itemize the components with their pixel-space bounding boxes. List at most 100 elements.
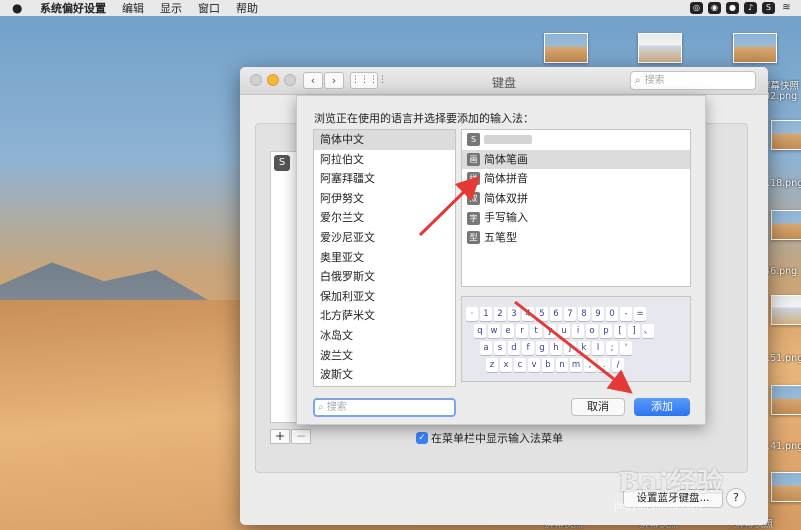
keyboard-key: · — [466, 307, 478, 321]
input-source-icon[interactable]: S — [762, 2, 775, 14]
keyboard-key: 5 — [536, 307, 548, 321]
language-item[interactable]: 奥里亚文 — [314, 248, 455, 268]
language-list[interactable]: 简体中文 阿拉伯文 阿塞拜疆文 阿伊努文 爱尔兰文 爱沙尼亚文 奥里亚文 白俄罗… — [313, 129, 456, 387]
input-method-item[interactable]: S — [462, 130, 690, 150]
menu-edit[interactable]: 编辑 — [122, 0, 144, 16]
language-item[interactable]: 阿拉伯文 — [314, 150, 455, 170]
language-item[interactable]: 阿塞拜疆文 — [314, 169, 455, 189]
search-icon: ⌕ — [635, 75, 641, 86]
keyboard-row: · 1 2 3 4 5 6 7 8 9 0- = — [466, 307, 684, 321]
keyboard-key: 9 — [592, 307, 604, 321]
keyboard-key: b — [542, 358, 554, 372]
keyboard-key: r — [516, 324, 528, 338]
add-button[interactable]: 添加 — [634, 398, 690, 416]
desktop-file-thumbnail[interactable] — [638, 33, 682, 63]
input-method-item[interactable]: 型 五笔型 — [462, 228, 690, 248]
input-method-label: 简体双拼 — [484, 191, 528, 205]
keyboard-key: g — [536, 341, 548, 355]
desktop-file-thumbnail[interactable] — [771, 472, 801, 502]
language-item[interactable]: 北方萨米文 — [314, 306, 455, 326]
keyboard-key: h — [550, 341, 562, 355]
keyboard-key: n — [556, 358, 568, 372]
input-method-item[interactable]: 双 简体双拼 — [462, 189, 690, 209]
menu-view[interactable]: 显示 — [160, 0, 182, 16]
keyboard-key: 6 — [550, 307, 562, 321]
language-search-field[interactable]: ⌕ 搜索 — [313, 398, 456, 417]
desktop-file-thumbnail[interactable] — [733, 33, 777, 63]
input-method-label: 手写输入 — [484, 211, 528, 225]
menu-app-name[interactable]: 系统偏好设置 — [40, 0, 106, 16]
keyboard-key: t — [530, 324, 542, 338]
keyboard-key: . — [598, 358, 610, 372]
remove-input-source-button[interactable]: − — [291, 429, 311, 444]
keyboard-key: 4 — [522, 307, 534, 321]
keyboard-key: ] — [628, 324, 640, 338]
language-item[interactable]: 白俄罗斯文 — [314, 267, 455, 287]
language-item[interactable]: 保加利亚文 — [314, 287, 455, 307]
creative-cloud-icon[interactable]: ◎ — [690, 2, 703, 14]
language-item[interactable]: 冰岛文 — [314, 326, 455, 346]
keyboard-key: / — [612, 358, 624, 372]
language-item[interactable]: 阿伊努文 — [314, 189, 455, 209]
apple-icon[interactable]: ● — [12, 1, 26, 15]
keyboard-key: i — [572, 324, 584, 338]
desktop-file-thumbnail[interactable] — [544, 33, 588, 63]
language-item[interactable]: 波兰文 — [314, 346, 455, 366]
language-item[interactable]: 爱沙尼亚文 — [314, 228, 455, 248]
search-placeholder: 搜索 — [326, 402, 347, 413]
language-item[interactable]: 波斯文 — [314, 365, 455, 385]
show-input-menu-label: 在菜单栏中显示输入法菜单 — [431, 432, 563, 445]
language-item[interactable]: 爱尔兰文 — [314, 208, 455, 228]
pinyin-icon: 拼 — [467, 172, 480, 186]
keyboard-key: 8 — [578, 307, 590, 321]
keyboard-key: 7 — [564, 307, 576, 321]
status-tray: ◎ ◉ ● ♪ S ≋ — [690, 0, 793, 16]
add-input-source-button[interactable]: + — [270, 429, 290, 444]
keyboard-key: [ — [614, 324, 626, 338]
keyboard-key: a — [480, 341, 492, 355]
keyboard-key: = — [634, 307, 646, 321]
desktop-file-thumbnail[interactable] — [771, 210, 801, 240]
keyboard-key: w — [488, 324, 500, 338]
baidu-watermark: Bai经验 — [618, 468, 724, 498]
keyboard-key: e — [502, 324, 514, 338]
qq-icon[interactable]: ● — [726, 2, 739, 14]
help-button[interactable]: ? — [726, 488, 746, 508]
shuangpin-icon: 双 — [467, 192, 480, 206]
sheet-prompt: 浏览正在使用的语言并选择要添加的输入法： — [314, 112, 534, 125]
app-status-icon[interactable]: ◉ — [708, 2, 721, 14]
menu-window[interactable]: 窗口 — [198, 0, 220, 16]
checkmark-icon[interactable]: ✓ — [416, 432, 428, 444]
wifi-icon[interactable]: ≋ — [780, 2, 793, 14]
input-method-item[interactable]: 画 简体笔画 — [462, 149, 690, 170]
keyboard-key: s — [494, 341, 506, 355]
menu-bar: ● 系统偏好设置 编辑 显示 窗口 帮助 ◎ ◉ ● ♪ S ≋ — [0, 0, 801, 16]
keyboard-key: k — [578, 341, 590, 355]
desktop-file-thumbnail[interactable] — [771, 295, 801, 325]
menu-help[interactable]: 帮助 — [236, 0, 258, 16]
keyboard-row: a s d f g h j k l; ' — [466, 341, 684, 355]
input-method-item[interactable]: 字 手写输入 — [462, 208, 690, 228]
input-method-list[interactable]: S 画 简体笔画 拼 简体拼音 双 简体双拼 字 手写输入 型 五笔型 — [461, 129, 691, 287]
input-method-item[interactable]: 拼 简体拼音 — [462, 169, 690, 189]
desktop-file-thumbnail[interactable] — [771, 120, 801, 150]
keyboard-key: 2 — [494, 307, 506, 321]
keyboard-key: q — [474, 324, 486, 338]
keyboard-key: 、 — [642, 324, 654, 338]
microphone-icon[interactable]: ♪ — [744, 2, 757, 14]
keyboard-row: q w e r t y u i o p[]、 — [466, 324, 684, 338]
show-input-menu-row[interactable]: ✓ 在菜单栏中显示输入法菜单 — [416, 430, 563, 446]
wubi-icon: 型 — [467, 231, 480, 245]
keyboard-key: j — [564, 341, 576, 355]
cancel-button[interactable]: 取消 — [571, 398, 625, 416]
keyboard-key: 1 — [480, 307, 492, 321]
keyboard-key: - — [620, 307, 632, 321]
preferences-search-field[interactable]: ⌕ 搜索 — [630, 71, 756, 90]
keyboard-preferences-window: ‹ › ⋮⋮⋮⋮ 键盘 ⌕ 搜索 S + − ✓ 在菜单栏中显示输入法菜单 设置蓝… — [240, 67, 768, 525]
desktop-file-thumbnail[interactable] — [771, 385, 801, 415]
window-titlebar: ‹ › ⋮⋮⋮⋮ 键盘 ⌕ 搜索 — [240, 67, 768, 95]
keyboard-key: z — [486, 358, 498, 372]
language-item[interactable]: 简体中文 — [314, 130, 455, 150]
handwriting-icon: 字 — [467, 211, 480, 225]
keyboard-key: , — [584, 358, 596, 372]
